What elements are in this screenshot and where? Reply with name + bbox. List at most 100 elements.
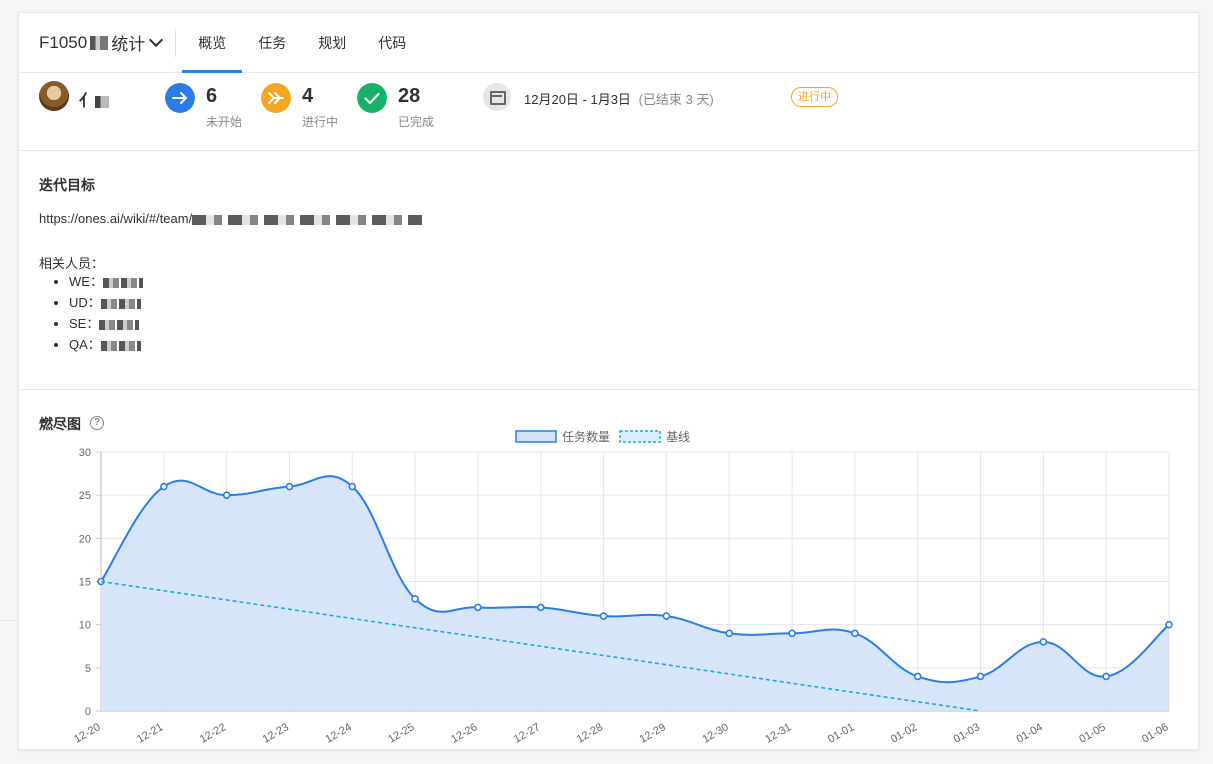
series-area-task-count	[101, 476, 1169, 711]
x-tick-label: 01-05	[1077, 721, 1107, 745]
data-point	[976, 672, 985, 681]
owner-name-text: 亻	[79, 93, 96, 110]
arrow-right-icon	[165, 83, 195, 113]
done-label: 已完成	[398, 115, 435, 129]
legend-swatch-task-count	[515, 430, 557, 443]
data-point	[599, 612, 608, 620]
data-point	[285, 482, 294, 491]
double-chevron-right-icon	[261, 83, 291, 113]
data-point	[1165, 620, 1173, 629]
x-tick-label: 12-29	[638, 721, 668, 745]
date-ended-note: (已结束 3 天)	[638, 92, 714, 107]
burndown-chart: 0 5 10 15 20 25 30 12-20 12-21 12-22 12-23 12-24 12-…	[72, 429, 1173, 746]
member-role: WE：	[69, 274, 103, 289]
data-point	[474, 603, 482, 612]
tab-bar: 概览 任务 规划 代码	[182, 13, 422, 73]
redacted-text	[95, 95, 110, 108]
y-tick-label: 10	[79, 620, 91, 632]
goal-section: 迭代目标 https://ones.ai/wiki/#/team/ 相关人员： …	[19, 151, 1198, 390]
x-tick-label: 01-03	[952, 721, 982, 745]
data-point	[536, 603, 545, 612]
x-tick-label: 01-04	[1014, 721, 1044, 745]
project-suffix: 统计	[111, 35, 146, 54]
x-tick-label: 12-23	[261, 721, 291, 745]
x-tick-label: 01-01	[826, 721, 856, 745]
list-item: UD：	[69, 292, 143, 313]
stats-row: 亻 6 未开始 4 进行中 28 已完成 12月20日 - 1月3日 (已结束 …	[19, 73, 1198, 151]
members-label: 相关人员：	[39, 256, 105, 271]
redacted-text	[102, 277, 143, 288]
tab-code[interactable]: 代码	[362, 13, 422, 72]
x-tick-label: 12-24	[323, 721, 353, 745]
done-count: 28	[398, 85, 421, 107]
y-tick-label: 15	[79, 577, 91, 589]
date-range[interactable]: 12月20日 - 1月3日 (已结束 3 天)	[524, 89, 714, 108]
y-tick-label: 20	[79, 533, 91, 545]
owner-name: 亻	[79, 87, 110, 111]
list-item: SE：	[69, 313, 143, 334]
x-tick-label: 12-26	[449, 721, 479, 745]
tab-tasks[interactable]: 任务	[242, 13, 302, 72]
avatar[interactable]	[39, 81, 69, 111]
x-tick-label: 12-25	[386, 721, 416, 745]
redacted-text	[100, 340, 141, 351]
members-list: WE： UD： SE： QA：	[49, 271, 143, 355]
y-tick-label: 5	[85, 663, 91, 675]
x-tick-label: 01-02	[889, 721, 919, 745]
x-tick-label: 12-31	[763, 721, 793, 745]
redacted-text	[99, 319, 140, 330]
calendar-icon	[483, 83, 511, 111]
member-role: SE：	[69, 316, 100, 331]
legend-label-baseline: 基线	[666, 430, 690, 444]
goal-link[interactable]: https://ones.ai/wiki/#/team/	[39, 211, 423, 226]
legend-label-task-count: 任务数量	[562, 429, 610, 444]
redacted-text	[100, 298, 141, 309]
project-selector[interactable]: F1050 统计	[19, 13, 175, 72]
data-point	[160, 482, 168, 491]
data-point	[725, 629, 734, 638]
y-tick-label: 30	[79, 447, 91, 459]
x-tick-label: 12-28	[575, 721, 605, 745]
redacted-text	[90, 35, 109, 50]
date-range-text: 12月20日 - 1月3日	[524, 92, 631, 107]
tab-overview[interactable]: 概览	[182, 13, 243, 73]
not-started-count: 6	[206, 85, 218, 107]
x-tick-label: 12-30	[700, 721, 730, 745]
x-tick-label: 01-06	[1140, 721, 1170, 745]
goal-title: 迭代目标	[39, 177, 95, 193]
x-tick-label: 12-20	[72, 721, 102, 745]
x-tick-label: 12-21	[135, 721, 165, 745]
status-badge[interactable]: 进行中	[791, 87, 838, 107]
data-point	[1102, 672, 1110, 681]
data-point	[662, 612, 671, 620]
data-point	[788, 629, 796, 638]
side-divider	[0, 620, 14, 764]
data-point	[1039, 638, 1048, 646]
legend-swatch-baseline	[619, 430, 661, 443]
tab-planning[interactable]: 规划	[302, 13, 362, 72]
y-tick-label: 0	[85, 706, 91, 718]
data-point	[851, 629, 859, 638]
x-tick-label: 12-22	[198, 721, 228, 745]
data-point	[348, 482, 357, 491]
data-point	[411, 594, 419, 603]
header-divider	[175, 28, 177, 57]
data-point	[222, 491, 231, 499]
member-role: QA：	[69, 337, 101, 352]
redacted-text	[192, 214, 423, 225]
in-progress-label: 进行中	[302, 115, 339, 129]
x-tick-label: 12-27	[512, 721, 542, 745]
list-item: WE：	[69, 271, 143, 292]
not-started-label: 未开始	[206, 115, 243, 129]
chevron-down-icon	[149, 32, 164, 48]
member-role: UD：	[69, 295, 101, 310]
check-icon	[357, 83, 387, 113]
data-point	[913, 672, 922, 681]
goal-link-text: https://ones.ai/wiki/#/team/	[39, 211, 193, 226]
header: F1050 统计 概览 任务 规划 代码	[19, 13, 1198, 73]
burndown-section: 燃尽图 ? 0 5 10 15 20 25 30 12-20 12-21 12-22 12-23 12…	[19, 390, 1198, 749]
list-item: QA：	[69, 334, 143, 355]
project-prefix: F1050	[39, 32, 88, 52]
in-progress-count: 4	[302, 85, 314, 107]
iteration-overview-card: F1050 统计 概览 任务 规划 代码 亻 6 未开始 4 进行中 28 已完…	[18, 12, 1199, 750]
